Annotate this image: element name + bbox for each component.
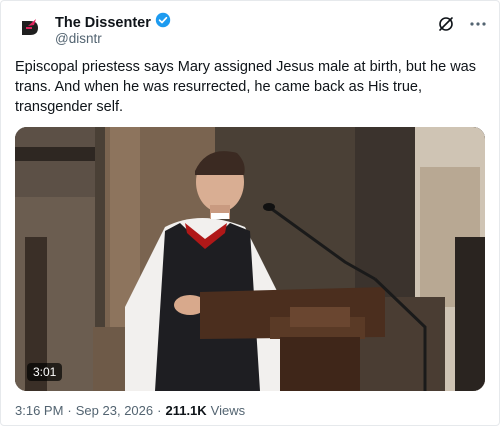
- author-name-row[interactable]: The Dissenter: [55, 12, 171, 33]
- tweet-meta: 3:16 PM · Sep 23, 2026 · 211.1K Views: [15, 403, 245, 418]
- author-display-name[interactable]: The Dissenter: [55, 15, 151, 31]
- author-handle[interactable]: @disntr: [55, 31, 102, 46]
- views-count: 211.1K: [165, 403, 207, 418]
- separator: ·: [67, 403, 72, 418]
- views-label: Views: [210, 403, 246, 418]
- tweet-text: Episcopal priestess says Mary assigned J…: [15, 59, 481, 115]
- tweet-date[interactable]: Sep 23, 2026: [76, 403, 153, 418]
- video-player[interactable]: 3:01: [15, 127, 485, 391]
- video-duration: 3:01: [27, 363, 63, 381]
- avatar[interactable]: [15, 13, 45, 43]
- tweet-time[interactable]: 3:16 PM: [15, 403, 63, 418]
- tweet-card: The Dissenter @disntr Episcopal priestes…: [0, 0, 500, 426]
- dissenter-logo-icon: [15, 13, 45, 43]
- separator: ·: [157, 403, 162, 418]
- grok-icon[interactable]: [437, 15, 455, 38]
- video-frame: [15, 127, 485, 391]
- verified-badge-icon: [155, 12, 171, 33]
- more-icon[interactable]: [469, 15, 487, 38]
